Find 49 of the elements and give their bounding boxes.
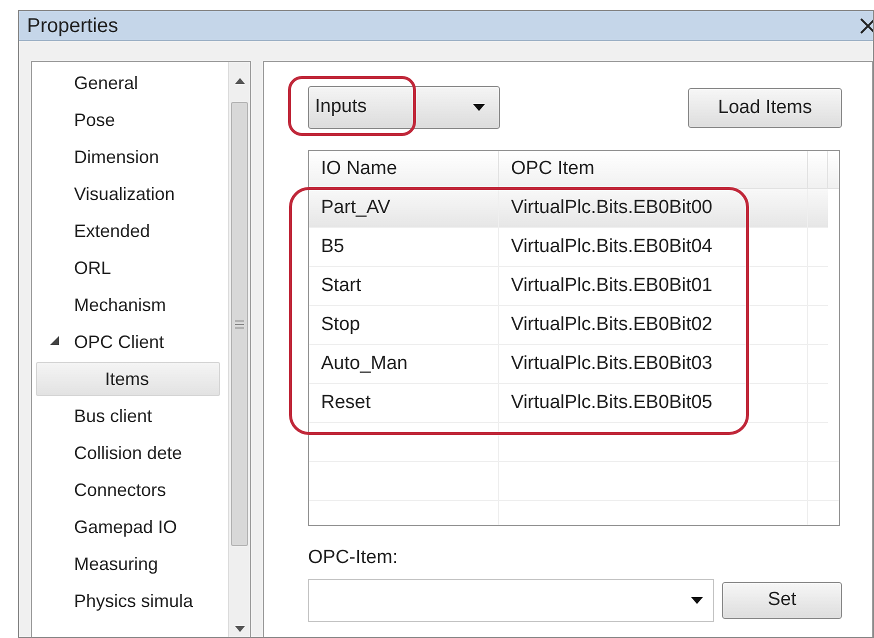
column-header[interactable]: OPC Item — [499, 151, 808, 188]
close-icon[interactable] — [859, 16, 873, 34]
tree-item[interactable]: Gamepad IO — [74, 510, 178, 544]
tree-item[interactable]: OPC Client — [74, 324, 164, 358]
table-cell: VirtualPlc.Bits.EB0Bit03 — [499, 345, 808, 383]
table-row[interactable]: Auto_Man VirtualPlc.Bits.EB0Bit03 — [309, 345, 828, 384]
table-cell: B5 — [309, 228, 499, 266]
tree-item[interactable]: ORL — [74, 250, 112, 284]
column-header[interactable]: IO Name — [309, 151, 499, 188]
tree-item[interactable]: Bus client — [74, 398, 152, 432]
load-items-button[interactable]: Load Items — [688, 88, 842, 128]
scroll-down-icon[interactable] — [235, 626, 245, 632]
tree-item[interactable]: Physics simula — [74, 584, 194, 618]
set-button[interactable]: Set — [722, 582, 842, 618]
grip-icon — [235, 320, 244, 328]
tree-item[interactable]: Collision dete — [74, 436, 182, 470]
tree-item[interactable]: Extended — [74, 214, 150, 248]
tree-item[interactable]: Mechanism — [74, 288, 166, 322]
tree-item[interactable]: Visualization — [74, 176, 175, 210]
tree-item[interactable]: Items — [36, 362, 220, 396]
scroll-up-icon[interactable] — [235, 78, 245, 84]
table-cell: VirtualPlc.Bits.EB0Bit05 — [499, 384, 808, 422]
io-type-dropdown[interactable]: Inputs — [308, 86, 500, 129]
scroll-thumb[interactable] — [231, 102, 248, 546]
dropdown-arrow-icon — [691, 596, 703, 604]
table-cell: Auto_Man — [309, 345, 499, 383]
tree-item[interactable]: Measuring — [74, 546, 158, 580]
table-cell: VirtualPlc.Bits.EB0Bit04 — [499, 228, 808, 266]
tree-item[interactable]: General — [74, 66, 138, 100]
table-cell: Reset — [309, 384, 499, 422]
table-row[interactable]: B5 VirtualPlc.Bits.EB0Bit04 — [309, 228, 828, 267]
dropdown-arrow-icon — [473, 104, 485, 111]
table-row[interactable]: Part_AV VirtualPlc.Bits.EB0Bit00 — [309, 189, 828, 228]
table-cell: Part_AV — [309, 189, 499, 227]
table-cell: Stop — [309, 306, 499, 344]
opc-item-label: OPC-Item: — [308, 546, 398, 570]
tree-item[interactable]: Dimension — [74, 140, 160, 174]
table-row[interactable]: Start VirtualPlc.Bits.EB0Bit01 — [309, 267, 828, 306]
tree-item[interactable]: Connectors — [74, 472, 166, 506]
table-row[interactable]: Stop VirtualPlc.Bits.EB0Bit02 — [309, 306, 828, 345]
expanded-icon[interactable] — [50, 336, 59, 345]
table-cell: VirtualPlc.Bits.EB0Bit00 — [499, 189, 808, 227]
tree-item[interactable]: Pose — [74, 102, 116, 136]
table-cell: Start — [309, 267, 499, 305]
scrollbar[interactable] — [228, 62, 250, 637]
table-cell: VirtualPlc.Bits.EB0Bit02 — [499, 306, 808, 344]
table-cell: VirtualPlc.Bits.EB0Bit01 — [499, 267, 808, 305]
table-row[interactable]: Reset VirtualPlc.Bits.EB0Bit05 — [309, 384, 828, 423]
window-title: Properties — [27, 14, 118, 38]
